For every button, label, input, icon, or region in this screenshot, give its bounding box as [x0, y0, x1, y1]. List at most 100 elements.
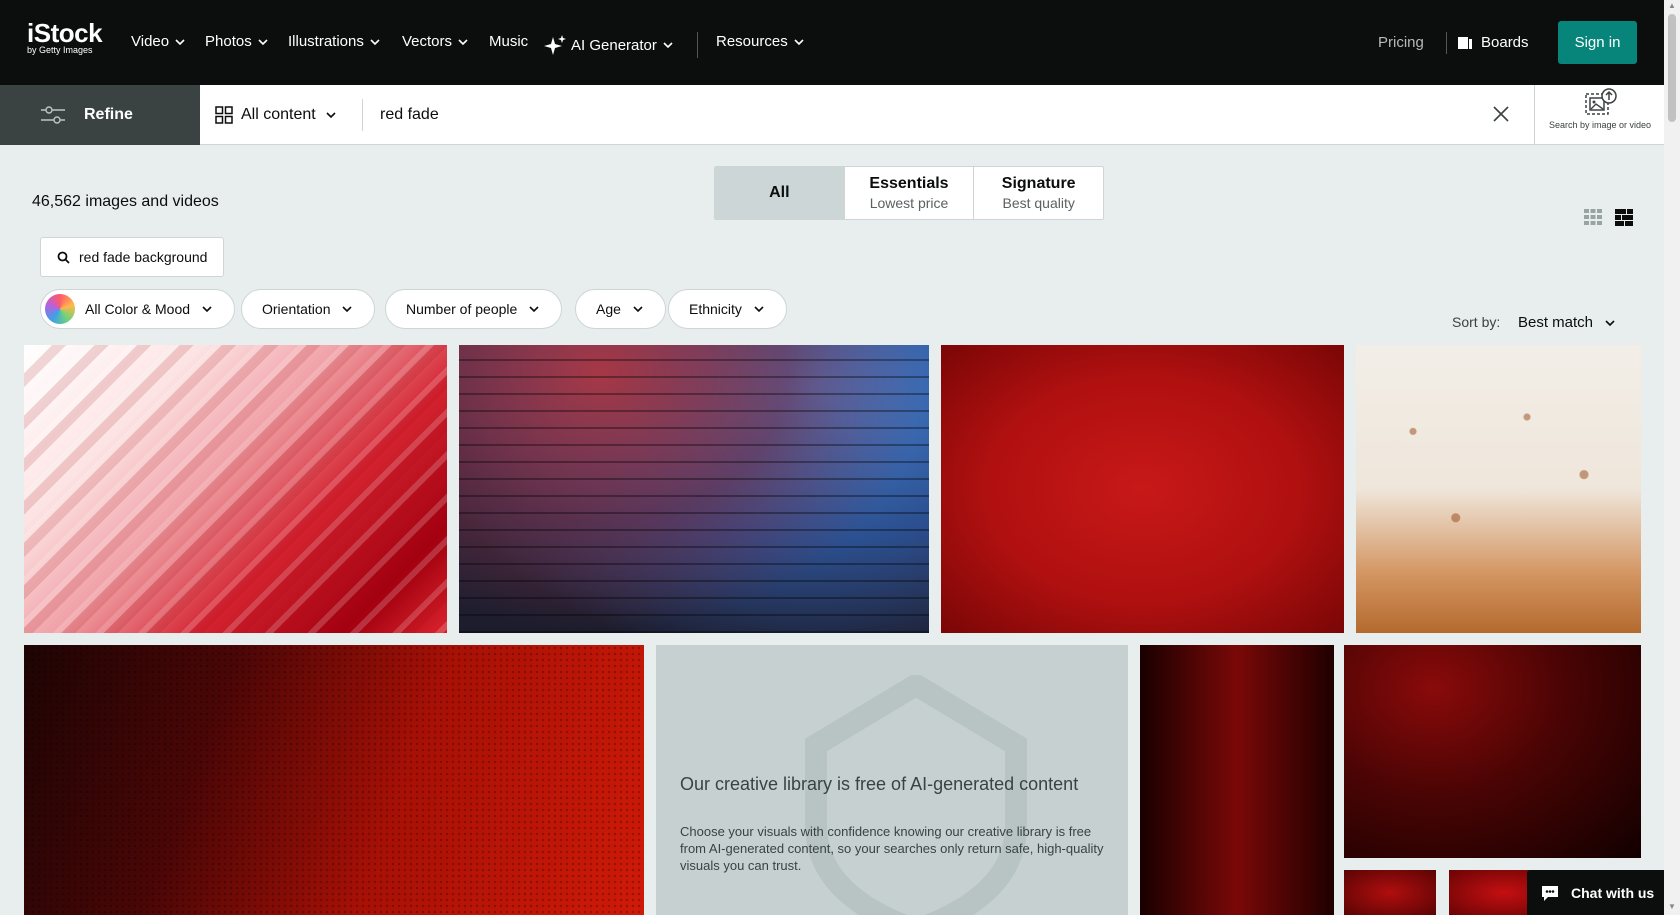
image-result-red-thumbnail[interactable] — [1344, 870, 1436, 915]
logo-tagline: by Getty Images — [27, 45, 117, 55]
nav-label: AI Generator — [571, 37, 657, 54]
content-type-select[interactable]: All content — [215, 85, 338, 145]
image-result-dark-red-vignette[interactable] — [1344, 645, 1641, 858]
sliders-icon — [40, 105, 66, 125]
refine-button[interactable]: Refine — [0, 85, 200, 145]
sort-value: Best match — [1518, 314, 1593, 331]
filter-label: Age — [596, 301, 621, 317]
chevron-down-icon — [1603, 316, 1617, 330]
segment-title: Essentials — [869, 175, 948, 193]
chevron-down-icon — [256, 35, 270, 49]
scroll-down-icon[interactable]: ▼ — [1668, 903, 1676, 911]
image-result-rusty-white-surface[interactable] — [1356, 345, 1641, 633]
nav-vectors[interactable]: Vectors — [402, 33, 470, 50]
nav-video[interactable]: Video — [131, 33, 187, 50]
shield-icon — [796, 675, 1036, 915]
nav-illustrations[interactable]: Illustrations — [288, 33, 382, 50]
filter-number-of-people[interactable]: Number of people — [385, 289, 562, 329]
image-result-brick-wall-red-blue[interactable] — [459, 345, 929, 633]
sparkle-icon — [543, 33, 567, 57]
segment-title: All — [769, 184, 789, 202]
search-input[interactable] — [380, 97, 1480, 133]
search-by-image-label: Search by image or video — [1535, 120, 1665, 130]
nav-ai-generator[interactable]: AI Generator — [543, 33, 675, 57]
chevron-down-icon — [792, 35, 806, 49]
istock-logo[interactable]: iStock by Getty Images — [27, 20, 117, 60]
sign-in-button[interactable]: Sign in — [1558, 21, 1637, 64]
nav-photos[interactable]: Photos — [205, 33, 270, 50]
nav-label: Video — [131, 33, 169, 50]
refine-label: Refine — [84, 106, 133, 124]
boards-label: Boards — [1481, 34, 1529, 51]
image-result-red-texture[interactable] — [941, 345, 1344, 633]
collection-toggle: All Essentials Lowest price Signature Be… — [714, 166, 1104, 220]
promo-title: Our creative library is free of AI-gener… — [680, 773, 1100, 795]
result-count: 46,562 images and videos — [32, 193, 219, 211]
filter-ethnicity[interactable]: Ethnicity — [668, 289, 787, 329]
chevron-down-icon — [173, 35, 187, 49]
image-result-dark-red-vertical[interactable] — [1140, 645, 1334, 915]
filter-label: Orientation — [262, 301, 330, 317]
sort-select[interactable]: Best match — [1518, 314, 1617, 331]
image-result-red-gradient-halftone[interactable] — [24, 645, 644, 915]
related-search-label: red fade background — [79, 249, 207, 265]
filter-age[interactable]: Age — [575, 289, 666, 329]
chevron-down-icon — [200, 302, 214, 316]
nav-label: Vectors — [402, 33, 452, 50]
chat-bubble-icon — [1539, 883, 1561, 903]
chevron-down-icon — [631, 302, 645, 316]
boards-icon — [1457, 35, 1473, 51]
nav-label: Illustrations — [288, 33, 364, 50]
page-scrollbar[interactable]: ▲ ▼ — [1664, 0, 1680, 915]
related-search-chip[interactable]: red fade background — [40, 237, 224, 277]
nav-resources[interactable]: Resources — [716, 33, 806, 50]
search-by-image-button[interactable]: Search by image or video — [1534, 85, 1664, 145]
grid-icon — [215, 106, 233, 124]
chevron-down-icon — [324, 108, 338, 122]
sort-label: Sort by: — [1452, 314, 1500, 330]
image-upload-icon — [1582, 88, 1618, 118]
nav-label: Photos — [205, 33, 252, 50]
chat-with-us-button[interactable]: Chat with us — [1527, 870, 1666, 915]
filter-label: All Color & Mood — [85, 301, 190, 317]
chevron-down-icon — [527, 302, 541, 316]
search-divider — [362, 99, 363, 131]
boards-link[interactable]: Boards — [1457, 34, 1529, 51]
chat-label: Chat with us — [1571, 885, 1654, 901]
nav-label: Music — [489, 33, 528, 50]
filter-label: Ethnicity — [689, 301, 742, 317]
mosaic-view-icon[interactable] — [1614, 207, 1634, 227]
nav-music[interactable]: Music — [489, 33, 528, 50]
segment-essentials[interactable]: Essentials Lowest price — [845, 167, 975, 219]
search-bar: Refine All content Search by image or vi… — [0, 85, 1664, 145]
close-icon[interactable] — [1490, 103, 1512, 125]
chevron-down-icon — [456, 35, 470, 49]
color-mood-swatch — [45, 294, 75, 324]
content-type-label: All content — [241, 106, 316, 124]
logo-wordmark: iStock — [27, 20, 117, 46]
top-navigation: iStock by Getty Images Video Photos Illu… — [0, 0, 1664, 85]
grid-view-icon[interactable] — [1583, 207, 1603, 227]
scrollbar-thumb[interactable] — [1668, 14, 1676, 122]
segment-title: Signature — [1002, 175, 1076, 193]
scroll-up-icon[interactable]: ▲ — [1668, 2, 1676, 10]
nav-divider — [1446, 32, 1447, 54]
nav-divider — [697, 32, 698, 58]
promo-body: Choose your visuals with confidence know… — [680, 823, 1104, 874]
filter-label: Number of people — [406, 301, 517, 317]
filter-color-mood[interactable]: All Color & Mood — [40, 289, 235, 329]
pricing-link[interactable]: Pricing — [1378, 34, 1424, 51]
filter-orientation[interactable]: Orientation — [241, 289, 375, 329]
chevron-down-icon — [752, 302, 766, 316]
search-icon — [57, 251, 70, 264]
segment-subtitle: Lowest price — [870, 195, 949, 211]
image-result-red-diagonal-streaks[interactable] — [24, 345, 447, 633]
segment-subtitle: Best quality — [1002, 195, 1074, 211]
chevron-down-icon — [340, 302, 354, 316]
chevron-down-icon — [368, 35, 382, 49]
chevron-down-icon — [661, 38, 675, 52]
ai-free-promo-card: Our creative library is free of AI-gener… — [656, 645, 1128, 915]
segment-all[interactable]: All — [715, 167, 845, 219]
nav-label: Resources — [716, 33, 788, 50]
segment-signature[interactable]: Signature Best quality — [974, 167, 1103, 219]
